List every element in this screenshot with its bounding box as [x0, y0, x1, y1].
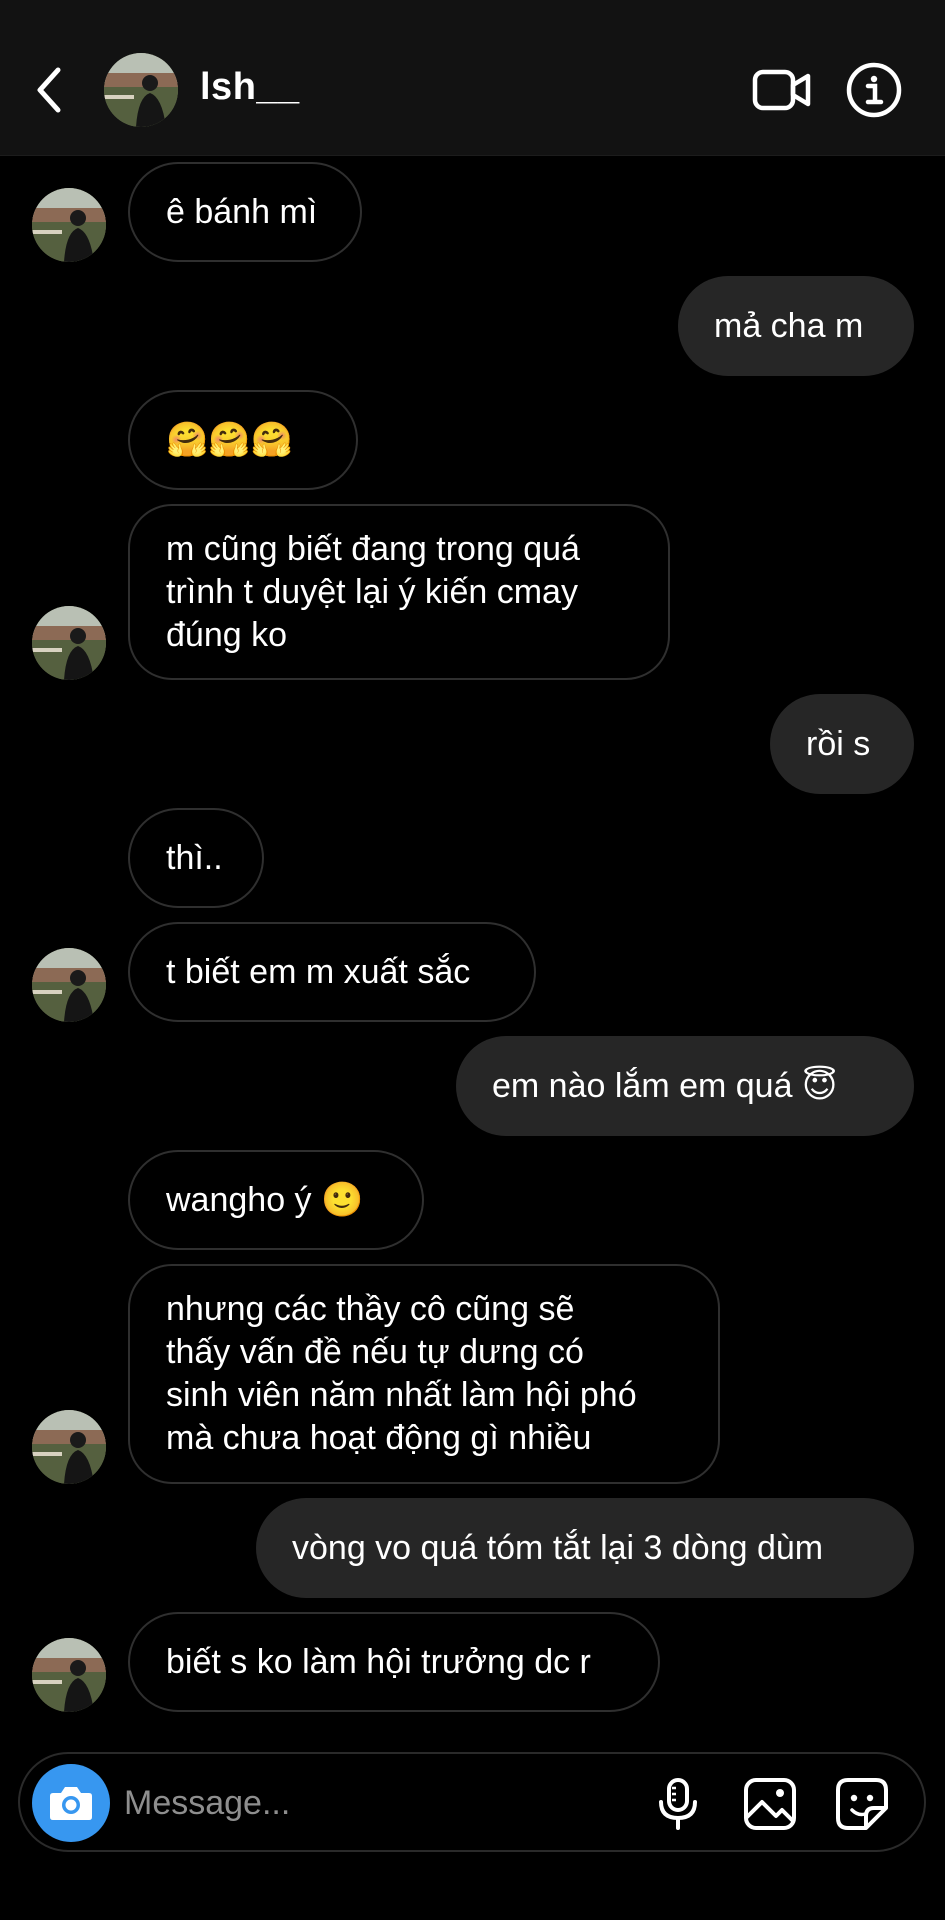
- incoming-message[interactable]: m cũng biết đang trong quá trình t duyệt…: [128, 504, 670, 680]
- incoming-message[interactable]: ê bánh mì: [128, 162, 362, 262]
- message-input[interactable]: [124, 1772, 624, 1834]
- avatar: [32, 188, 106, 262]
- video-call-icon: [752, 69, 811, 111]
- incoming-message[interactable]: thì..: [128, 808, 264, 908]
- microphone-button[interactable]: [650, 1776, 706, 1832]
- gallery-icon: [744, 1778, 796, 1830]
- info-button[interactable]: [846, 62, 902, 118]
- back-button[interactable]: [30, 62, 70, 118]
- avatar: [32, 1638, 106, 1712]
- incoming-message[interactable]: 🤗🤗🤗: [128, 390, 358, 490]
- outgoing-message[interactable]: em nào lắm em quá 😇: [456, 1036, 914, 1136]
- outgoing-message[interactable]: mả cha m: [678, 276, 914, 376]
- chat-header: lsh__: [0, 0, 945, 156]
- message-composer: [18, 1752, 926, 1852]
- chat-title[interactable]: lsh__: [200, 66, 300, 109]
- camera-button[interactable]: [32, 1764, 110, 1842]
- gallery-button[interactable]: [742, 1776, 798, 1832]
- incoming-message[interactable]: wangho ý 🙂: [128, 1150, 424, 1250]
- outgoing-message[interactable]: vòng vo quá tóm tắt lại 3 dòng dùm: [256, 1498, 914, 1598]
- chevron-left-icon: [37, 67, 61, 113]
- avatar: [32, 948, 106, 1022]
- incoming-message[interactable]: t biết em m xuất sắc: [128, 922, 536, 1022]
- incoming-message[interactable]: nhưng các thầy cô cũng sẽ thấy vấn đề nế…: [128, 1264, 720, 1484]
- info-icon: [846, 62, 902, 118]
- avatar: [32, 606, 106, 680]
- sticker-button[interactable]: [834, 1776, 890, 1832]
- avatar[interactable]: [104, 53, 178, 127]
- video-call-button[interactable]: [752, 68, 812, 112]
- sticker-icon: [836, 1778, 888, 1830]
- incoming-message[interactable]: biết s ko làm hội trưởng dc r: [128, 1612, 660, 1712]
- microphone-icon: [659, 1778, 697, 1830]
- outgoing-message[interactable]: rồi s: [770, 694, 914, 794]
- camera-icon: [50, 1787, 92, 1820]
- avatar: [32, 1410, 106, 1484]
